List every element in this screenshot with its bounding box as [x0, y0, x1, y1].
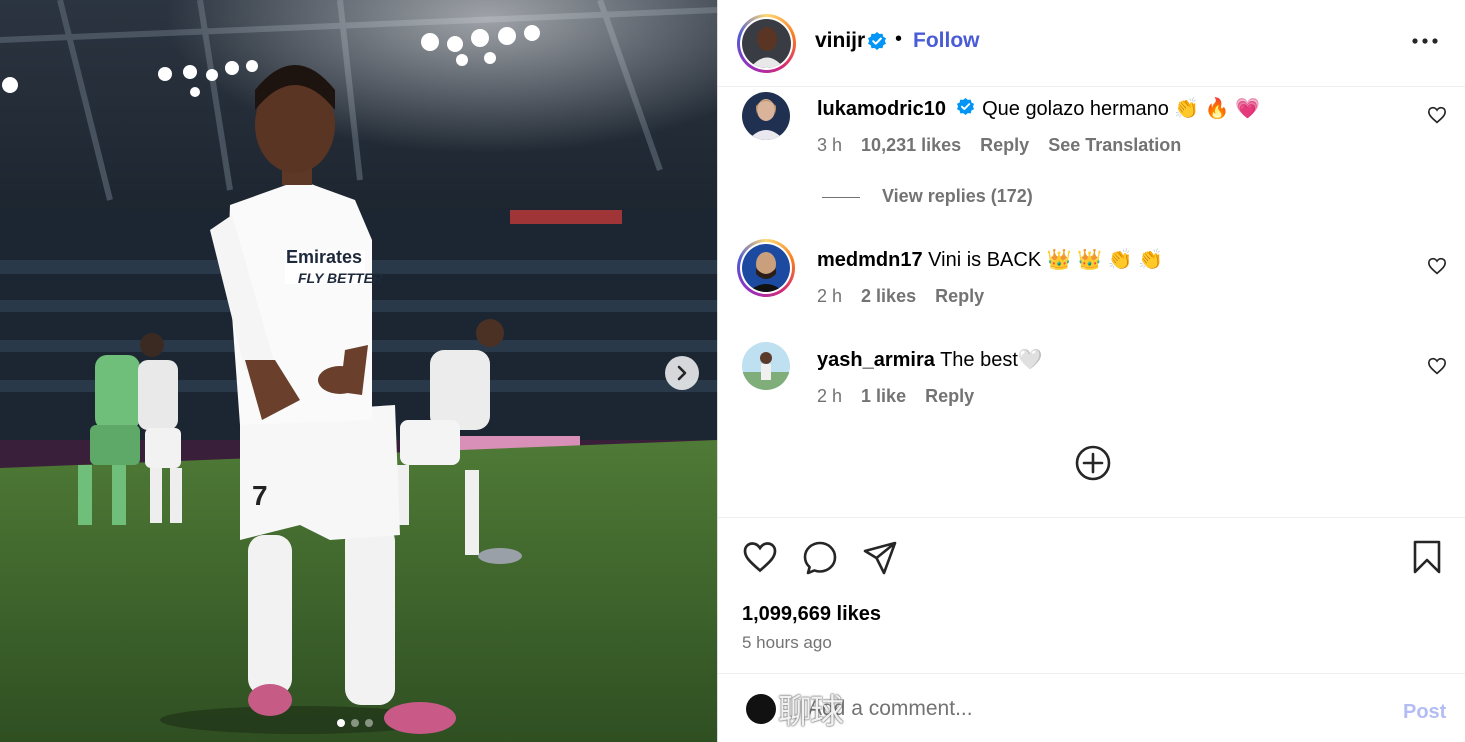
comment-body: medmdn17 Vini is BACK 👑 👑 👏 👏	[817, 247, 1163, 272]
comment-like-heart-icon[interactable]	[1427, 106, 1447, 129]
post-comment-button[interactable]: Post	[1403, 701, 1446, 724]
chevron-right-icon	[677, 365, 687, 381]
comment-like-heart-icon[interactable]	[1427, 357, 1447, 380]
comment-body: lukamodric10 Que golazo hermano 👏 🔥 💗	[817, 96, 1260, 122]
like-heart-icon[interactable]	[742, 540, 778, 579]
emoji-icon[interactable]	[746, 694, 776, 724]
commenter-avatar[interactable]	[742, 342, 790, 390]
save-bookmark-icon[interactable]	[1412, 540, 1442, 579]
comment-text: Vini is BACK 👑 👑 👏 👏	[928, 249, 1163, 271]
comment-text: Que golazo hermano 👏 🔥 💗	[982, 98, 1261, 120]
comment-username[interactable]: medmdn17	[817, 249, 923, 271]
likes-count[interactable]: 1,099,669 likes	[742, 603, 881, 626]
post-header: vinijr • Follow	[718, 0, 1465, 87]
comment-bubble-icon[interactable]	[802, 540, 838, 581]
commenter-avatar[interactable]	[742, 92, 790, 140]
comment-input[interactable]	[806, 696, 1370, 722]
carousel-dot	[351, 719, 359, 727]
load-more-comments-icon[interactable]	[1074, 444, 1112, 487]
carousel-next-button[interactable]	[665, 356, 699, 390]
commenter-avatar[interactable]	[737, 239, 795, 297]
reply-button[interactable]: Reply	[980, 135, 1029, 155]
carousel-dot	[365, 719, 373, 727]
more-options-icon[interactable]	[1412, 31, 1438, 56]
view-replies-button[interactable]: View replies (172)	[822, 186, 1033, 207]
divider-line	[822, 196, 860, 198]
carousel-indicator	[337, 719, 373, 727]
comment-username[interactable]: lukamodric10	[817, 98, 946, 120]
reply-button[interactable]: Reply	[935, 286, 984, 306]
post-media: Emirates FLY BETTER 7	[0, 0, 717, 742]
follow-button[interactable]: Follow	[913, 29, 980, 53]
instagram-post: Emirates FLY BETTER 7 vinijr • Follow lu…	[0, 0, 1465, 742]
comment-text: The best🤍	[940, 349, 1043, 371]
post-photo: Emirates FLY BETTER 7	[0, 0, 717, 742]
comment-meta: 2 h 1 like Reply	[817, 386, 988, 407]
comment-likes[interactable]: 2 likes	[861, 286, 916, 306]
comment-time: 2 h	[817, 386, 843, 406]
comment-likes[interactable]: 1 like	[861, 386, 906, 406]
reply-button[interactable]: Reply	[925, 386, 974, 406]
view-replies-label: View replies (172)	[882, 186, 1033, 206]
post-side-panel: vinijr • Follow lukamodric10 Que golazo …	[717, 0, 1465, 742]
comment-like-heart-icon[interactable]	[1427, 257, 1447, 280]
comment-time: 2 h	[817, 286, 843, 306]
verified-badge-icon	[867, 31, 887, 56]
carousel-dot	[337, 719, 345, 727]
svg-text:7: 7	[252, 480, 268, 511]
separator-dot: •	[895, 28, 903, 50]
post-actions: 1,099,669 likes 5 hours ago	[718, 517, 1465, 673]
verified-badge-icon	[956, 97, 975, 122]
post-timestamp[interactable]: 5 hours ago	[742, 633, 832, 653]
comment-meta: 3 h 10,231 likes Reply See Translation	[817, 135, 1195, 156]
author-username[interactable]: vinijr	[815, 29, 865, 53]
watermark-overlay: 聊球	[778, 692, 844, 732]
comment-meta: 2 h 2 likes Reply	[817, 286, 998, 307]
add-comment-bar: 聊球 Post	[718, 673, 1465, 742]
comment-username[interactable]: yash_armira	[817, 349, 935, 371]
comment-time: 3 h	[817, 135, 843, 155]
share-send-icon[interactable]	[862, 540, 898, 581]
svg-text:FLY BETTER: FLY BETTER	[298, 270, 384, 286]
comment-body: yash_armira The best🤍	[817, 347, 1043, 372]
author-avatar[interactable]	[737, 14, 796, 73]
comment-likes[interactable]: 10,231 likes	[861, 135, 961, 155]
see-translation-button[interactable]: See Translation	[1048, 135, 1181, 155]
svg-text:Emirates: Emirates	[286, 247, 362, 267]
